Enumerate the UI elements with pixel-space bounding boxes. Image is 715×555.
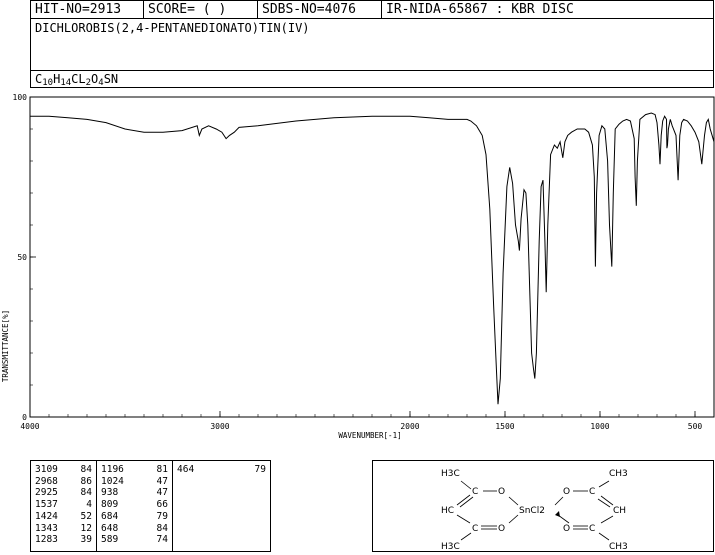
peak-row: 589 74 [101, 534, 168, 546]
peak-column: 1196 81 1024 47 938 47 809 66 684 79 648 84 589 74 [97, 461, 173, 551]
peak-wavenumber: 3109 [35, 464, 58, 475]
peak-row: 3109 84 [35, 464, 92, 476]
peak-row: 1024 47 [101, 476, 168, 488]
methyl-label: H3C [441, 469, 460, 479]
atom-label: O [498, 487, 505, 497]
methyl-label: H3C [441, 542, 460, 551]
peak-transmittance: 52 [80, 510, 92, 522]
x-tick-label: 1000 [590, 422, 609, 431]
atom-label: O [563, 524, 570, 534]
chelate-structure: H3C C O HC C O H3C SnCl2 O C CH3 CH O C … [441, 469, 628, 552]
formula-part: 10 [42, 78, 54, 88]
peak-transmittance: 81 [156, 464, 168, 475]
peak-transmittance: 86 [80, 475, 92, 487]
peak-wavenumber: 589 [101, 534, 119, 546]
peak-row: 1283 39 [35, 534, 92, 546]
ir-identifier: IR-NIDA-65867 : KBR DISC [386, 2, 574, 17]
atom-label: C [472, 524, 478, 534]
methyl-label: CH3 [609, 542, 628, 551]
peak-column: 464 79 [173, 461, 270, 551]
peak-transmittance: 47 [156, 487, 168, 499]
x-tick-label: 1500 [495, 422, 514, 431]
peak-wavenumber: 648 [101, 522, 119, 534]
peak-row: 648 84 [101, 523, 168, 535]
peak-wavenumber: 464 [177, 464, 195, 475]
structure-diagram: H3C C O HC C O H3C SnCl2 O C CH3 CH O C … [372, 460, 714, 552]
atom-label: C [472, 487, 478, 497]
peak-row: 938 47 [101, 487, 168, 499]
peak-transmittance: 79 [156, 510, 168, 522]
atom-label: O [563, 487, 570, 497]
peak-row: 1196 81 [101, 464, 168, 476]
peak-transmittance: 84 [80, 487, 92, 499]
peak-wavenumber: 2968 [35, 475, 58, 487]
structure-labels: H3C C O HC C O H3C SnCl2 O C CH3 CH O C … [441, 469, 628, 552]
peak-wavenumber: 1537 [35, 499, 58, 511]
peak-column: 3109 84 2968 86 2925 84 1537 4 1424 52 1343 12 1283 3… [31, 461, 97, 551]
score: SCORE= ( ) [144, 1, 258, 18]
methyl-label: CH3 [609, 469, 628, 479]
peak-row: 1424 52 [35, 511, 92, 523]
peak-row: 1537 4 [35, 499, 92, 511]
peak-row: 464 79 [177, 464, 266, 476]
x-tick-label: 4000 [20, 422, 39, 431]
peak-wavenumber: 2925 [35, 487, 58, 499]
formula-part: 14 [60, 78, 72, 88]
x-tick-label: 3000 [210, 422, 229, 431]
peak-transmittance: 84 [156, 522, 168, 534]
peak-row: 809 66 [101, 499, 168, 511]
peak-transmittance: 79 [254, 464, 266, 475]
compound-name: DICHLOROBIS(2,4-PENTANEDIONATO)TIN(IV) [31, 19, 713, 71]
molecular-formula: C10H14CL2O4SN [31, 71, 713, 88]
header-panel: HIT-NO=2913 SCORE= ( ) SDBS-NO=4076 IR-N… [30, 0, 714, 88]
x-tick-label: 500 [688, 422, 703, 431]
ir-spectrum-chart: 4000 3000 2000 1500 1000 500 0 50 100 WAVENUMBER… [1, 93, 715, 440]
methine-label: CH [613, 506, 626, 516]
peak-row: 2968 86 [35, 476, 92, 488]
peak-transmittance: 4 [86, 499, 92, 511]
y-tick-label: 0 [22, 413, 27, 422]
y-tick-label: 100 [13, 93, 28, 102]
peak-row: 2925 84 [35, 487, 92, 499]
sdbs-number: SDBS-NO=4076 [258, 1, 382, 18]
peak-row: 684 79 [101, 511, 168, 523]
peak-transmittance: 12 [80, 522, 92, 534]
peak-wavenumber: 809 [101, 499, 119, 511]
peak-wavenumber: 684 [101, 510, 119, 522]
atom-label: C [589, 487, 595, 497]
formula-part: CL [71, 72, 86, 86]
x-tick-label: 2000 [400, 422, 419, 431]
peak-transmittance: 47 [156, 475, 168, 487]
atom-label: O [498, 524, 505, 534]
dative-bond-arrow [555, 511, 560, 517]
hit-number: HIT-NO=2913 [31, 1, 144, 18]
methine-label: HC [441, 506, 454, 516]
x-axis-label: WAVENUMBER[-1] [338, 431, 401, 440]
formula-part: SN [103, 72, 119, 86]
y-axis-label: TRANSMITTANCE[%] [1, 310, 10, 382]
spectrum-trace [30, 112, 715, 405]
tin-center-label: SnCl2 [519, 506, 545, 516]
peak-wavenumber: 1343 [35, 522, 58, 534]
peak-wavenumber: 1196 [101, 464, 124, 475]
peak-row: 1343 12 [35, 523, 92, 535]
peak-wavenumber: 938 [101, 487, 119, 499]
peak-transmittance: 74 [156, 534, 168, 546]
peak-transmittance: 84 [80, 464, 92, 475]
y-tick-label: 50 [17, 253, 27, 262]
atom-label: C [589, 524, 595, 534]
peak-wavenumber: 1283 [35, 534, 58, 546]
header-row: HIT-NO=2913 SCORE= ( ) SDBS-NO=4076 IR-N… [31, 1, 713, 19]
peak-table: 3109 84 2968 86 2925 84 1537 4 1424 52 1343 12 1283 3… [30, 460, 271, 552]
chart-axes: 4000 3000 2000 1500 1000 500 0 50 100 [13, 93, 715, 431]
peak-transmittance: 66 [156, 499, 168, 511]
peak-wavenumber: 1024 [101, 475, 124, 487]
peak-transmittance: 39 [80, 534, 92, 546]
peak-wavenumber: 1424 [35, 510, 58, 522]
